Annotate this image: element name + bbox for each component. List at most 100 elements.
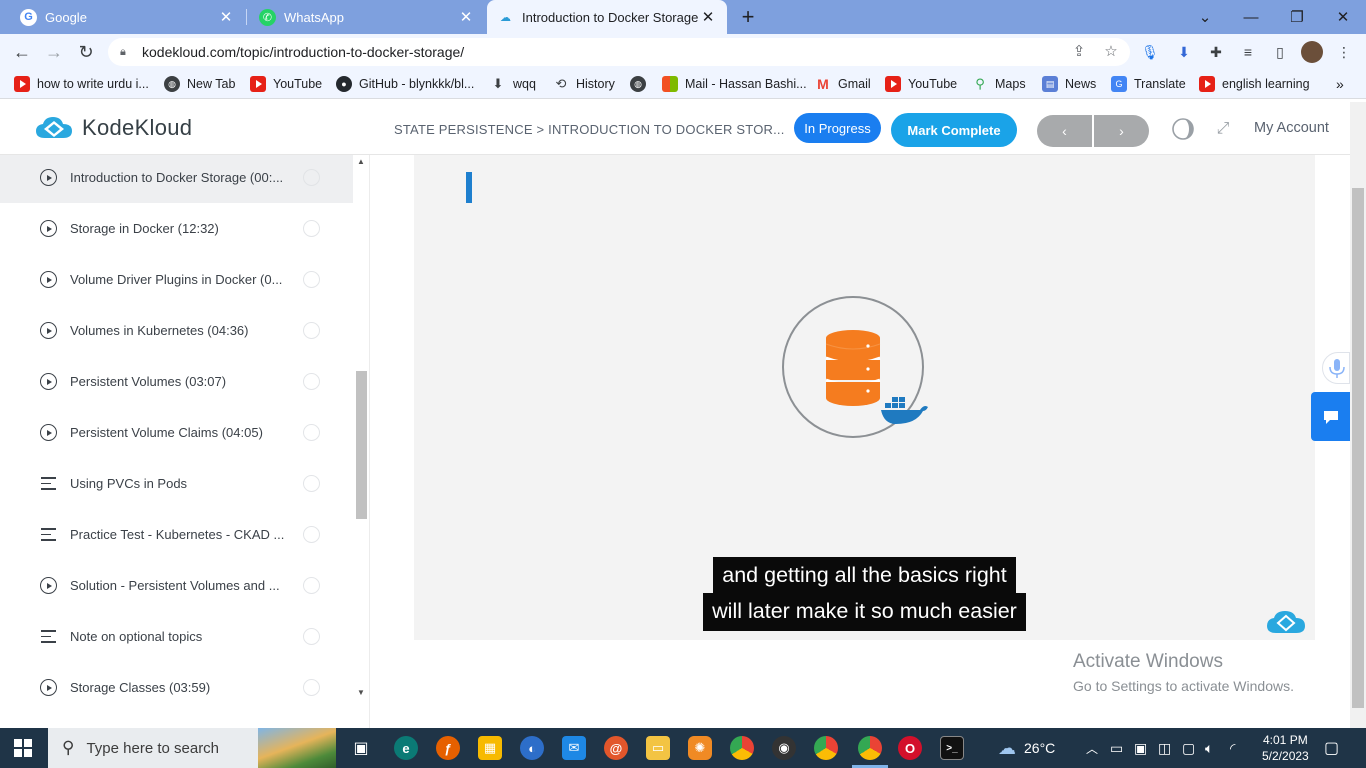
tray-up-arrow-icon[interactable]: ︿ [1086,728,1098,768]
tray-app-icon[interactable]: ◫ [1158,728,1171,768]
lesson-item[interactable]: Using PVCs in Pods [0,458,353,509]
app-blue-icon[interactable]: ◐ [520,736,544,760]
bookmark-item[interactable]: ⟲ History [553,75,615,93]
battery-icon[interactable]: ▭ [1110,728,1123,768]
chrome-icon[interactable] [730,736,754,760]
reload-button[interactable]: ↻ [73,40,99,64]
completion-circle[interactable] [303,424,320,441]
kodekloud-logo[interactable]: KodeKloud [34,114,192,142]
lesson-item[interactable]: Note on optional topics [0,611,353,662]
completion-circle[interactable] [303,271,320,288]
task-view-icon[interactable]: ▣ [349,736,373,760]
wifi-icon[interactable]: ◜ [1230,728,1235,768]
system-clock[interactable]: 4:01 PM 5/2/2023 [1262,732,1309,764]
tab-introduction-docker-storage[interactable]: ☁ Introduction to Docker Storage - ✕ [487,0,727,34]
bookmark-item[interactable]: ⬇ wqq [490,75,536,93]
bookmark-item[interactable]: Mail - Hassan Bashi... [662,75,807,93]
completion-circle[interactable] [303,220,320,237]
display-icon[interactable]: ▢ [1182,728,1195,768]
previous-lesson-button[interactable]: ‹ [1037,115,1092,147]
firefox-icon[interactable]: ƒ [436,736,460,760]
bookmark-item[interactable]: ◍ [630,75,653,93]
sidebar-scroll-thumb[interactable] [356,371,367,519]
lock-icon[interactable]: 🔒︎ [120,46,132,59]
lesson-item[interactable]: Solution - Persistent Volumes and ... [0,560,353,611]
bookmark-item[interactable]: ● GitHub - blynkkk/bl... [336,75,474,93]
download-extension-icon[interactable]: ⬇ [1174,42,1194,62]
video-player[interactable]: and getting all the basics right will la… [414,155,1315,640]
store-icon[interactable]: ▦ [478,736,502,760]
mail-icon[interactable]: ✉ [562,736,586,760]
app-orange-icon[interactable]: @ [604,736,628,760]
menu-kebab-icon[interactable]: ⋮ [1334,42,1354,62]
taskbar-search-box[interactable]: ⚲ Type here to search [48,728,336,768]
notifications-icon[interactable]: ▢ [1324,728,1339,768]
bookmark-item[interactable]: ▤ News [1042,75,1096,93]
bookmark-star-icon[interactable]: ☆ [1102,43,1120,61]
mark-complete-button[interactable]: Mark Complete [891,113,1017,147]
share-icon[interactable]: ⇪ [1070,43,1088,61]
file-explorer-icon[interactable]: ▭ [646,736,670,760]
close-icon[interactable]: ✕ [457,8,475,26]
next-lesson-button[interactable]: › [1094,115,1149,147]
restore-button[interactable]: ❐ [1274,0,1320,34]
page-scroll-thumb[interactable] [1352,188,1364,708]
tab-whatsapp[interactable]: ✆ WhatsApp ✕ [247,0,485,34]
windows-start-icon[interactable] [14,739,32,757]
bookmarks-overflow-icon[interactable]: » [1336,75,1344,93]
bookmark-item[interactable]: ◍ New Tab [164,75,235,93]
completion-circle[interactable] [303,373,320,390]
scroll-up-arrow-icon[interactable]: ▲ [356,157,366,166]
address-bar[interactable]: 🔒︎ kodekloud.com/topic/introduction-to-d… [108,38,1130,66]
completion-circle[interactable] [303,628,320,645]
completion-circle[interactable] [303,577,320,594]
chrome-active-icon[interactable] [858,736,882,760]
minimize-button[interactable]: — [1228,0,1274,34]
completion-circle[interactable] [303,169,320,186]
my-account-link[interactable]: My Account [1254,120,1329,136]
network-device-icon[interactable]: ▣ [1134,728,1147,768]
bookmark-item[interactable]: G Translate [1111,75,1186,93]
lesson-item[interactable]: Volumes in Kubernetes (04:36) [0,305,353,356]
close-icon[interactable]: ✕ [699,8,717,26]
bookmark-item[interactable]: M Gmail [815,75,871,93]
lesson-item[interactable]: Persistent Volumes (03:07) [0,356,353,407]
scroll-down-arrow-icon[interactable]: ▼ [356,688,366,697]
completion-circle[interactable] [303,526,320,543]
profile-avatar[interactable] [1301,41,1323,63]
fullscreen-icon[interactable]: ⤢ [1210,116,1236,142]
speaker-icon[interactable]: 🔈︎ [1205,728,1213,768]
tab-google[interactable]: G Google ✕ [0,0,245,34]
media-control-icon[interactable]: ≡ [1238,42,1258,62]
side-panel-icon[interactable]: ▯ [1270,42,1290,62]
bookmark-item[interactable]: YouTube [250,75,322,93]
opera-icon[interactable]: O [898,736,922,760]
dark-mode-toggle-icon[interactable] [1170,116,1196,142]
url-text[interactable]: kodekloud.com/topic/introduction-to-dock… [142,44,464,60]
lesson-item[interactable]: Practice Test - Kubernetes - CKAD ... [0,509,353,560]
lesson-item[interactable]: Introduction to Docker Storage (00:... [0,155,353,203]
camera-app-icon[interactable]: ◉ [772,736,796,760]
extensions-puzzle-icon[interactable]: ✚ [1206,42,1226,62]
close-icon[interactable]: ✕ [217,8,235,26]
forward-button[interactable]: → [41,40,67,64]
completion-circle[interactable] [303,679,320,696]
tab-search-icon[interactable]: ⌄ [1182,0,1228,34]
new-tab-button[interactable]: + [738,3,758,31]
bookmark-item[interactable]: ⚲ Maps [972,75,1025,93]
close-window-button[interactable]: ✕ [1320,0,1366,34]
weather-widget[interactable]: ☁ 26°C [998,728,1055,768]
lesson-item[interactable]: Storage Classes (03:59) [0,662,353,713]
chrome-profile-icon[interactable] [814,736,838,760]
back-button[interactable]: ← [9,40,35,64]
terminal-icon[interactable]: >_ [940,736,964,760]
breadcrumb[interactable]: STATE PERSISTENCE > INTRODUCTION TO DOCK… [394,122,785,137]
bookmark-item[interactable]: english learning [1199,75,1310,93]
in-progress-button[interactable]: In Progress [794,113,881,143]
microphone-extension-icon[interactable]: 🎙︎ [1140,42,1160,62]
chat-support-button[interactable] [1311,392,1350,441]
lesson-item[interactable]: Volume Driver Plugins in Docker (0... [0,254,353,305]
lesson-item[interactable]: Storage in Docker (12:32) [0,203,353,254]
bookmark-item[interactable]: YouTube [885,75,957,93]
floating-mic-button[interactable] [1322,352,1350,384]
